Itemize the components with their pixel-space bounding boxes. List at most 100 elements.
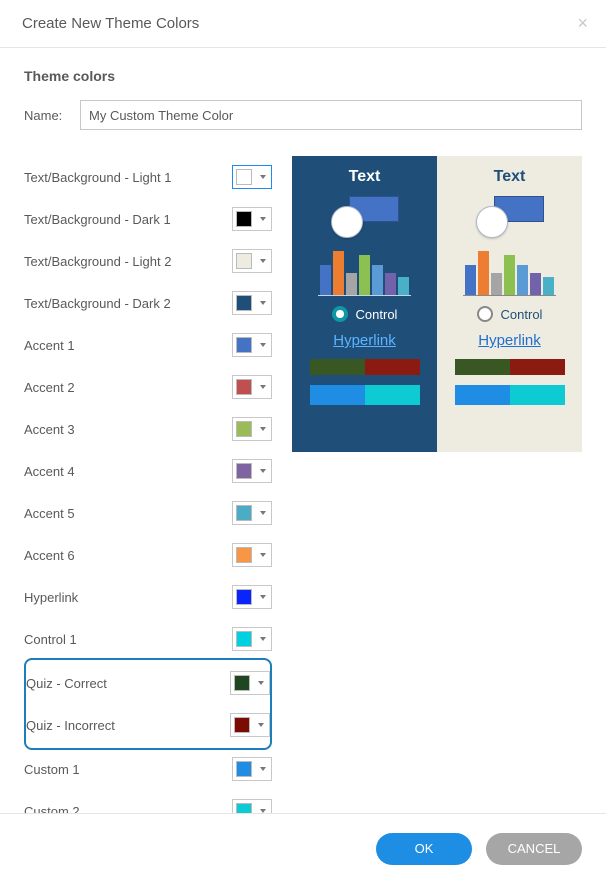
color-row-label: Custom 1 <box>24 762 80 777</box>
chevron-down-icon <box>258 681 264 685</box>
color-row: Control 1 <box>24 618 272 660</box>
color-swatch-button[interactable] <box>232 627 272 651</box>
color-row-label: Accent 2 <box>24 380 75 395</box>
ok-button[interactable]: OK <box>376 833 472 865</box>
color-row: Hyperlink <box>24 576 272 618</box>
color-row-label: Control 1 <box>24 632 77 647</box>
preview-chart-icon <box>318 248 411 296</box>
color-swatch <box>236 295 252 311</box>
columns: Text/Background - Light 1 Text/Background… <box>24 156 582 813</box>
color-row-label: Text/Background - Dark 2 <box>24 296 171 311</box>
color-row: Quiz - Incorrect <box>26 704 270 746</box>
color-swatch <box>236 211 252 227</box>
color-row-label: Accent 5 <box>24 506 75 521</box>
color-swatch-button[interactable] <box>232 459 272 483</box>
color-swatch-button[interactable] <box>232 207 272 231</box>
preview-dark: Text Control Hyperlink <box>292 156 437 452</box>
color-row-label: Hyperlink <box>24 590 78 605</box>
color-swatch <box>236 803 252 813</box>
color-swatch-button[interactable] <box>230 671 270 695</box>
preview-quiz-bar <box>310 359 420 375</box>
dialog-title: Create New Theme Colors <box>22 15 199 32</box>
chevron-down-icon <box>258 723 264 727</box>
quiz-highlight-box: Quiz - Correct Quiz - Incorrect <box>24 658 272 750</box>
preview-circle-icon <box>331 206 363 238</box>
preview-control-label: Control <box>501 307 543 322</box>
color-swatch <box>236 169 252 185</box>
color-swatch <box>236 463 252 479</box>
color-swatch <box>236 505 252 521</box>
preview-quiz-bar <box>455 359 565 375</box>
color-row-label: Accent 1 <box>24 338 75 353</box>
color-swatch-button[interactable] <box>232 799 272 813</box>
color-swatch-button[interactable] <box>232 543 272 567</box>
color-swatch <box>234 675 250 691</box>
titlebar: Create New Theme Colors × <box>0 0 606 48</box>
chevron-down-icon <box>260 343 266 347</box>
close-icon[interactable]: × <box>577 13 588 34</box>
section-title: Theme colors <box>24 68 582 84</box>
color-row: Accent 6 <box>24 534 272 576</box>
color-swatch-button[interactable] <box>232 165 272 189</box>
color-row-label: Text/Background - Light 1 <box>24 170 171 185</box>
preview-text-label: Text <box>349 168 381 186</box>
preview-control-label: Control <box>356 307 398 322</box>
color-swatch <box>236 589 252 605</box>
preview-shapes <box>476 196 544 238</box>
name-row: Name: <box>24 100 582 130</box>
chevron-down-icon <box>260 175 266 179</box>
color-swatch <box>236 379 252 395</box>
preview-control: Control <box>477 306 543 322</box>
color-row: Accent 3 <box>24 408 272 450</box>
color-swatch-button[interactable] <box>232 585 272 609</box>
color-swatch-button[interactable] <box>232 417 272 441</box>
color-swatch <box>236 337 252 353</box>
color-row: Text/Background - Light 1 <box>24 156 272 198</box>
preview-panel: Text Control Hyperlink <box>292 156 582 452</box>
color-swatch-button[interactable] <box>232 375 272 399</box>
chevron-down-icon <box>260 259 266 263</box>
color-swatch-button[interactable] <box>232 249 272 273</box>
chevron-down-icon <box>260 637 266 641</box>
color-list: Text/Background - Light 1 Text/Background… <box>24 156 272 813</box>
color-row-label: Custom 2 <box>24 804 80 814</box>
color-swatch-button[interactable] <box>232 291 272 315</box>
content-area: Theme colors Name: Text/Background - Lig… <box>0 48 606 813</box>
preview-chart-icon <box>463 248 556 296</box>
theme-name-input[interactable] <box>80 100 582 130</box>
color-row: Quiz - Correct <box>26 662 270 704</box>
name-label: Name: <box>24 108 80 123</box>
color-swatch-button[interactable] <box>232 757 272 781</box>
color-row-label: Quiz - Correct <box>26 676 107 691</box>
color-row: Custom 2 <box>24 790 272 813</box>
color-row: Text/Background - Light 2 <box>24 240 272 282</box>
color-swatch <box>236 547 252 563</box>
cancel-button[interactable]: CANCEL <box>486 833 582 865</box>
color-swatch <box>236 631 252 647</box>
color-row-label: Accent 6 <box>24 548 75 563</box>
color-row: Accent 2 <box>24 366 272 408</box>
preview-light: Text Control Hyperlink <box>437 156 582 452</box>
preview-circle-icon <box>476 206 508 238</box>
chevron-down-icon <box>260 511 266 515</box>
color-swatch-button[interactable] <box>232 501 272 525</box>
preview-custom-bar <box>310 385 420 405</box>
chevron-down-icon <box>260 469 266 473</box>
preview-control: Control <box>332 306 398 322</box>
chevron-down-icon <box>260 217 266 221</box>
chevron-down-icon <box>260 595 266 599</box>
color-swatch <box>234 717 250 733</box>
footer: OK CANCEL <box>0 813 606 883</box>
color-swatch <box>236 421 252 437</box>
dialog: Create New Theme Colors × Theme colors N… <box>0 0 606 883</box>
chevron-down-icon <box>260 767 266 771</box>
color-row: Text/Background - Dark 2 <box>24 282 272 324</box>
color-row: Text/Background - Dark 1 <box>24 198 272 240</box>
color-swatch-button[interactable] <box>230 713 270 737</box>
color-swatch-button[interactable] <box>232 333 272 357</box>
chevron-down-icon <box>260 427 266 431</box>
color-row-label: Accent 3 <box>24 422 75 437</box>
radio-icon <box>477 306 493 322</box>
color-row-label: Accent 4 <box>24 464 75 479</box>
preview-hyperlink: Hyperlink <box>333 332 396 349</box>
